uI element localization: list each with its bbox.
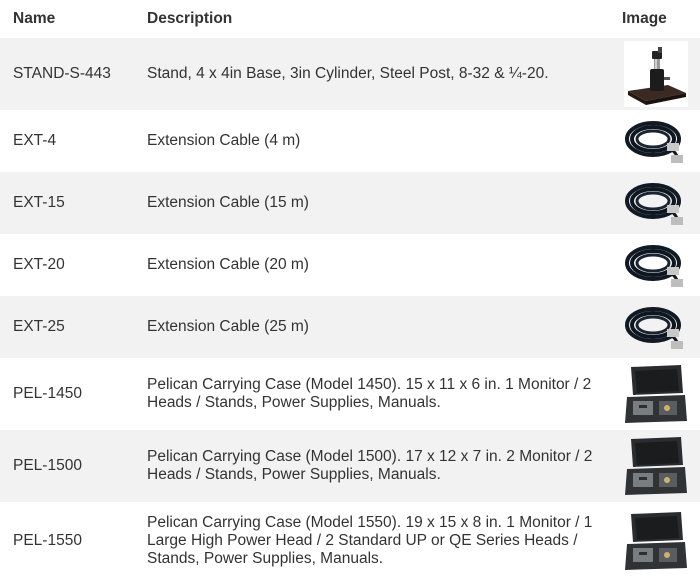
row-description: Stand, 4 x 4in Base, 3in Cylinder, Steel… (134, 38, 612, 110)
row-name: EXT-15 (0, 172, 134, 234)
row-name: EXT-20 (13, 256, 65, 273)
header-name: Name (13, 10, 56, 27)
stand-product-image (624, 41, 688, 107)
cable-product-image (625, 307, 683, 349)
row-name: STAND-S-443 (0, 38, 134, 110)
table-row: EXT-20 Extension Cable (20 m) (0, 234, 700, 296)
row-name: EXT-25 (0, 296, 134, 358)
row-image (612, 358, 700, 430)
row-description: Pelican Carrying Case (Model 1500). 17 x… (134, 430, 612, 502)
row-image (612, 502, 700, 580)
row-name: PEL-1450 (13, 385, 82, 402)
cable-product-image (625, 183, 683, 225)
table-row: PEL-1500 Pelican Carrying Case (Model 15… (0, 430, 700, 502)
row-image (612, 38, 700, 110)
row-description: Pelican Carrying Case (Model 1450). 15 x… (147, 376, 592, 411)
table-row: EXT-25 Extension Cable (25 m) (0, 296, 700, 358)
case-product-image (625, 512, 687, 570)
table-header-row: Name Description Image (0, 0, 700, 38)
row-description: Extension Cable (25 m) (134, 296, 612, 358)
cable-product-image (625, 245, 683, 287)
table-row: EXT-4 Extension Cable (4 m) (0, 110, 700, 172)
row-description: Pelican Carrying Case (Model 1550). 19 x… (147, 514, 593, 567)
row-image (612, 234, 700, 296)
row-image (612, 172, 700, 234)
header-image: Image (622, 10, 667, 27)
row-description: Extension Cable (4 m) (147, 132, 301, 149)
row-name: EXT-4 (13, 132, 57, 149)
case-product-image (625, 437, 687, 495)
table-row: STAND-S-443 Stand, 4 x 4in Base, 3in Cyl… (0, 38, 700, 110)
row-image (612, 110, 700, 172)
table-row: PEL-1550 Pelican Carrying Case (Model 15… (0, 502, 700, 580)
cable-product-image (625, 121, 683, 163)
header-description: Description (147, 10, 233, 27)
product-table: Name Description Image STAND-S-443 Stand… (0, 0, 700, 580)
case-product-image (625, 365, 687, 423)
table-row: PEL-1450 Pelican Carrying Case (Model 14… (0, 358, 700, 430)
row-name: PEL-1550 (13, 532, 82, 549)
row-image (612, 430, 700, 502)
table-row: EXT-15 Extension Cable (15 m) (0, 172, 700, 234)
row-name: PEL-1500 (0, 430, 134, 502)
row-description: Extension Cable (20 m) (147, 256, 309, 273)
row-description: Extension Cable (15 m) (134, 172, 612, 234)
row-image (612, 296, 700, 358)
